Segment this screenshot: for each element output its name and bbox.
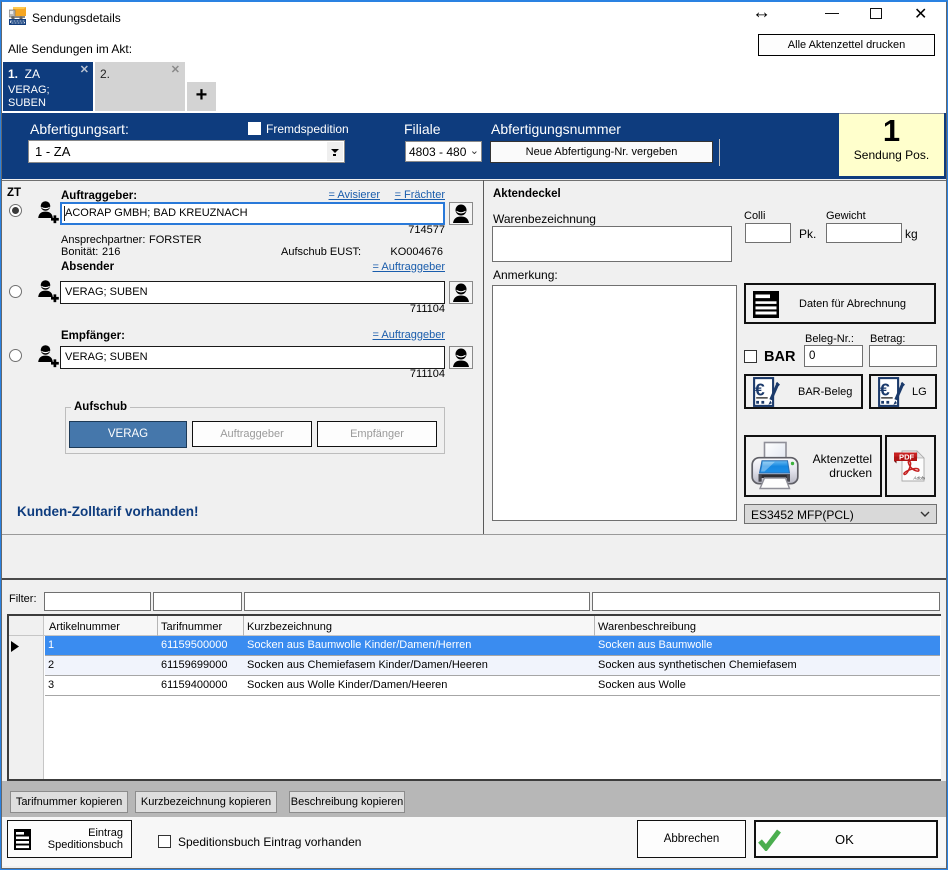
svg-text:PDF: PDF [899,453,915,462]
svg-text:€: € [755,379,765,399]
svg-text:€: € [880,379,890,399]
svg-text:Adobe: Adobe [913,476,926,481]
